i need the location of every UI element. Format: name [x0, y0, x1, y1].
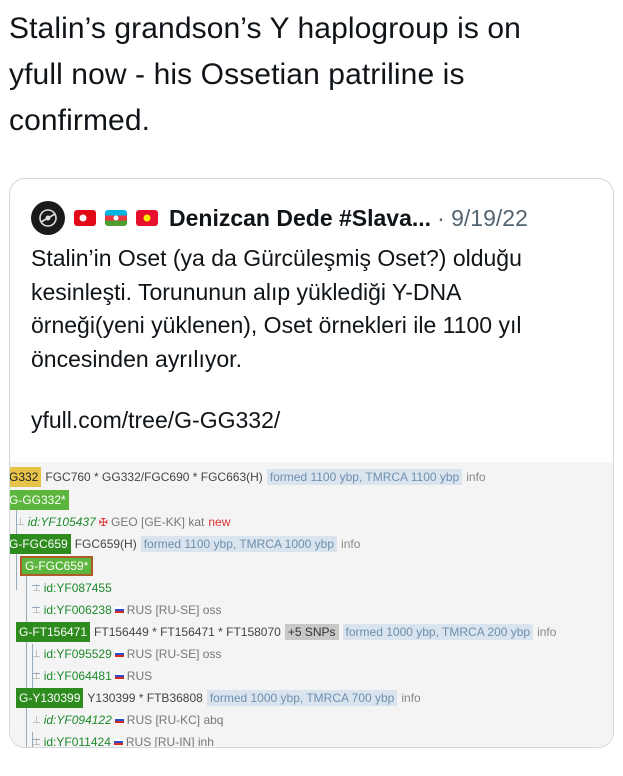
formed-info: formed 1100 ybp, TMRCA 1000 ybp: [140, 536, 338, 552]
formed-info: formed 1100 ybp, TMRCA 1100 ybp: [266, 469, 463, 485]
sample-icon: ⊥: [32, 648, 41, 660]
sample-id[interactable]: id:YF064481: [44, 669, 112, 683]
sample-country: RUS [RU-SE] oss: [126, 603, 222, 617]
snp-list: FT156449 * FT156471 * FT158070: [94, 625, 281, 639]
sample-id[interactable]: id:YF094122: [44, 713, 112, 727]
tweet-line: yfull now - his Ossetian patriline is: [9, 58, 465, 91]
haplogroup-tag[interactable]: G-Y130399: [16, 688, 84, 708]
quote-tweet-card[interactable]: Denizcan Dede #Slava... · 9/19/22 Stalin…: [9, 178, 614, 748]
flag-azerbaijan-icon: [105, 210, 127, 226]
flag-georgia-icon: ✠: [98, 516, 108, 529]
quote-line: kesinleşti. Torununun alıp yüklediği Y-D…: [31, 278, 462, 305]
quote-date[interactable]: · 9/19/22: [437, 205, 528, 232]
new-badge: new: [208, 515, 231, 529]
quote-line: örneği(yeni yüklenen), Oset örnekleri il…: [31, 312, 522, 338]
tree-row: ⊥ id:YF094122 RUS [RU-KC] abq: [32, 710, 223, 730]
flag-russia-icon: [114, 717, 124, 723]
sample-icon: ⊥: [32, 670, 41, 682]
sample-country: GEO [GE-KK] kat: [111, 515, 205, 529]
snp-list: FGC659(H): [74, 537, 137, 551]
sample-icon: ⊥: [32, 736, 41, 748]
info-link[interactable]: info: [341, 537, 360, 551]
quote-author-name[interactable]: Denizcan Dede #Slava...: [169, 205, 431, 232]
tree-row: ⊥ id:YF105437 ✠ GEO [GE-KK] kat new: [16, 512, 230, 532]
sample-icon: ⊥: [32, 582, 41, 594]
tree-row: ⊥ id:YF064481 RUS: [32, 666, 152, 686]
quote-header: Denizcan Dede #Slava... · 9/19/22: [31, 198, 601, 238]
tree-row: ⊥ id:YF006238 RUS [RU-SE] oss: [32, 600, 221, 620]
flag-russia-icon: [114, 607, 124, 613]
yfull-tree-image: G332 FGC760 * GG332/FGC690 * FGC663(H) f…: [10, 462, 613, 748]
tree-row: ⊥ id:YF095529 RUS [RU-SE] oss: [32, 644, 221, 664]
formed-info: formed 1000 ybp, TMRCA 700 ybp: [206, 690, 398, 706]
tree-row: G-FGC659*: [20, 556, 94, 576]
sample-country: RUS: [126, 669, 153, 683]
haplogroup-tag[interactable]: G-FGC659: [10, 534, 71, 554]
quote-line: Stalin’in Oset (ya da Gürcüleşmiş Oset?)…: [31, 245, 522, 271]
tree-row: G-FGC659 FGC659(H) formed 1100 ybp, TMRC…: [10, 534, 360, 554]
tree-row: G-Y130399 Y130399 * FTB36808 formed 1000…: [16, 688, 421, 708]
sample-id[interactable]: id:YF095529: [44, 647, 112, 661]
sample-id[interactable]: id:YF087455: [44, 581, 112, 595]
flag-russia-icon: [114, 673, 124, 679]
flag-kyrgyzstan-icon: [136, 210, 158, 226]
sample-country: RUS [RU-SE] oss: [126, 647, 222, 661]
quote-body: Stalin’in Oset (ya da Gürcüleşmiş Oset?)…: [31, 242, 601, 376]
haplogroup-tag[interactable]: G332: [10, 467, 42, 487]
quote-link[interactable]: yfull.com/tree/G-GG332/: [31, 407, 280, 434]
formed-info: formed 1000 ybp, TMRCA 200 ybp: [342, 624, 534, 640]
sample-id[interactable]: id:YF006238: [44, 603, 112, 617]
tree-connector: [26, 562, 27, 747]
flag-russia-icon: [113, 739, 123, 745]
tree-row: ⊥ id:YF011424 RUS [RU-IN] inh: [32, 732, 214, 748]
tweet-text: Stalin’s grandson’s Y haplogroup is on y…: [9, 6, 617, 144]
snp-list: Y130399 * FTB36808: [87, 691, 203, 705]
sample-icon: ⊥: [32, 604, 41, 616]
quote-line: öncesinden ayrılıyor.: [31, 345, 242, 372]
haplogroup-tag[interactable]: G-FGC659*: [20, 556, 94, 576]
tweet-line: confirmed.: [9, 104, 151, 137]
info-link[interactable]: info: [537, 625, 556, 639]
tweet-line: Stalin’s grandson’s Y haplogroup is on: [9, 12, 521, 45]
sample-icon: ⊥: [32, 714, 41, 726]
haplogroup-tag[interactable]: G-GG332*: [10, 490, 69, 510]
haplogroup-tag[interactable]: G-FT156471: [16, 622, 91, 642]
tree-row: G332 FGC760 * GG332/FGC690 * FGC663(H) f…: [10, 467, 486, 487]
sample-id[interactable]: id:YF011424: [44, 735, 111, 747]
avatar[interactable]: [31, 201, 65, 235]
more-snps-chip[interactable]: +5 SNPs: [284, 624, 339, 640]
sample-icon: ⊥: [16, 516, 25, 528]
avatar-logo-icon: [39, 209, 57, 227]
tree-row: G-GG332*: [10, 490, 69, 510]
flag-turkey-icon: [74, 210, 96, 226]
info-link[interactable]: info: [401, 691, 420, 705]
sample-country: RUS [RU-KC] abq: [126, 713, 224, 727]
snp-list: FGC760 * GG332/FGC690 * FGC663(H): [45, 470, 263, 484]
sample-id[interactable]: id:YF105437: [28, 515, 96, 529]
info-link[interactable]: info: [466, 470, 485, 484]
flag-russia-icon: [114, 651, 124, 657]
tree-row: G-FT156471 FT156449 * FT156471 * FT15807…: [16, 622, 556, 642]
sample-country: RUS [RU-IN] inh: [125, 735, 214, 748]
tree-row: ⊥ id:YF087455: [32, 578, 112, 598]
